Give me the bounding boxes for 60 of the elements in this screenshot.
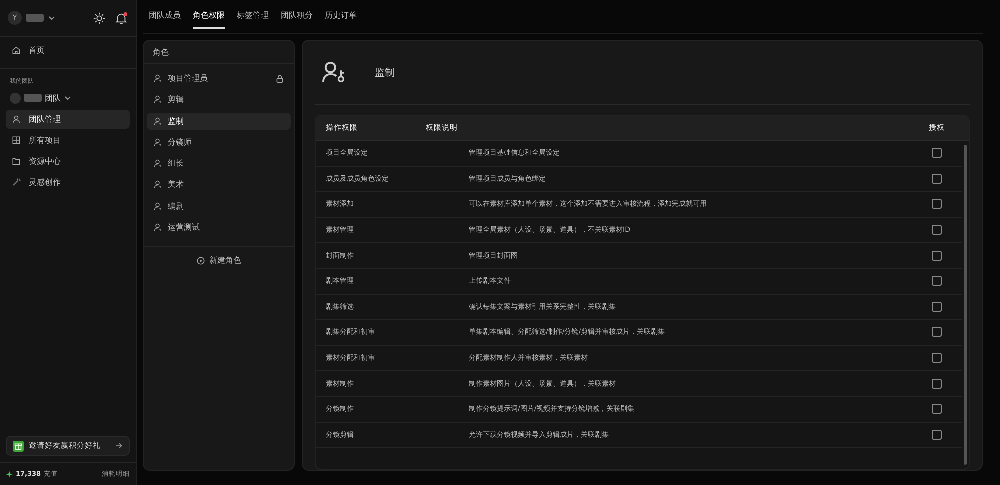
role-item[interactable]: 剪辑 bbox=[147, 91, 291, 108]
blurred-name bbox=[26, 14, 44, 22]
chevron-down-icon[interactable] bbox=[48, 14, 56, 22]
scrollbar[interactable] bbox=[964, 145, 967, 465]
user-icon bbox=[154, 202, 163, 211]
user-icon bbox=[154, 159, 163, 168]
role-item[interactable]: 监制 bbox=[147, 112, 291, 130]
user-icon bbox=[154, 74, 163, 83]
chevron-down-icon[interactable] bbox=[64, 94, 72, 102]
checkbox[interactable] bbox=[932, 250, 942, 261]
role-item[interactable]: 美术 bbox=[147, 176, 291, 194]
blurred-name bbox=[24, 94, 42, 102]
gift-icon bbox=[13, 440, 24, 452]
role-item[interactable]: 运营测试 bbox=[147, 219, 291, 236]
team-avatar bbox=[10, 92, 21, 104]
checkbox[interactable] bbox=[932, 378, 942, 389]
sun-icon[interactable] bbox=[93, 12, 106, 24]
role-item[interactable]: 编剧 bbox=[147, 198, 291, 215]
tab[interactable]: 标签管理 bbox=[237, 4, 269, 29]
user-key-icon bbox=[322, 61, 347, 84]
role-item[interactable]: 组长 bbox=[147, 155, 291, 172]
user-icon bbox=[12, 115, 21, 124]
checkbox[interactable] bbox=[932, 430, 942, 440]
user-icon bbox=[154, 223, 163, 232]
role-title: 监制 bbox=[375, 66, 395, 80]
tab[interactable]: 团队积分 bbox=[281, 4, 313, 29]
nav-item[interactable]: 资源中心 bbox=[6, 152, 130, 171]
nav-item[interactable]: 灵感创作 bbox=[6, 173, 130, 192]
nav-item[interactable]: 团队管理 bbox=[6, 110, 130, 129]
team-name[interactable]: 团队 bbox=[45, 92, 61, 104]
checkbox[interactable] bbox=[932, 225, 942, 236]
folder-icon bbox=[12, 157, 21, 166]
checkbox[interactable] bbox=[932, 276, 942, 286]
home-icon bbox=[12, 46, 21, 55]
wand-icon bbox=[12, 178, 21, 187]
add-circle-icon bbox=[196, 256, 204, 265]
checkbox[interactable] bbox=[932, 327, 942, 338]
nav-item[interactable]: 所有项目 bbox=[6, 131, 130, 150]
checkbox[interactable] bbox=[932, 302, 942, 312]
new-role-button[interactable]: 新建角色 bbox=[190, 251, 248, 270]
panel-title: 角色 bbox=[144, 41, 294, 64]
arrow-right-icon bbox=[115, 442, 123, 450]
notification-bell-icon[interactable] bbox=[115, 12, 128, 24]
nav-item[interactable]: 首页 bbox=[6, 41, 130, 60]
checkbox[interactable] bbox=[932, 353, 942, 364]
checkbox[interactable] bbox=[932, 404, 942, 414]
checkbox[interactable] bbox=[932, 174, 942, 184]
user-icon bbox=[154, 116, 163, 126]
user-icon bbox=[154, 95, 163, 104]
tab[interactable]: 团队成员 bbox=[149, 4, 181, 29]
checkbox[interactable] bbox=[932, 148, 942, 158]
role-item[interactable]: 项目管理员 bbox=[147, 70, 291, 87]
user-icon bbox=[154, 138, 163, 147]
grid-icon bbox=[12, 136, 21, 145]
sparkle-icon bbox=[6, 470, 13, 478]
user-icon bbox=[154, 180, 163, 190]
role-item[interactable]: 分镜师 bbox=[147, 134, 291, 151]
tab[interactable]: 角色权限 bbox=[193, 4, 225, 29]
tab[interactable]: 历史订单 bbox=[325, 4, 357, 29]
checkbox[interactable] bbox=[932, 199, 942, 210]
